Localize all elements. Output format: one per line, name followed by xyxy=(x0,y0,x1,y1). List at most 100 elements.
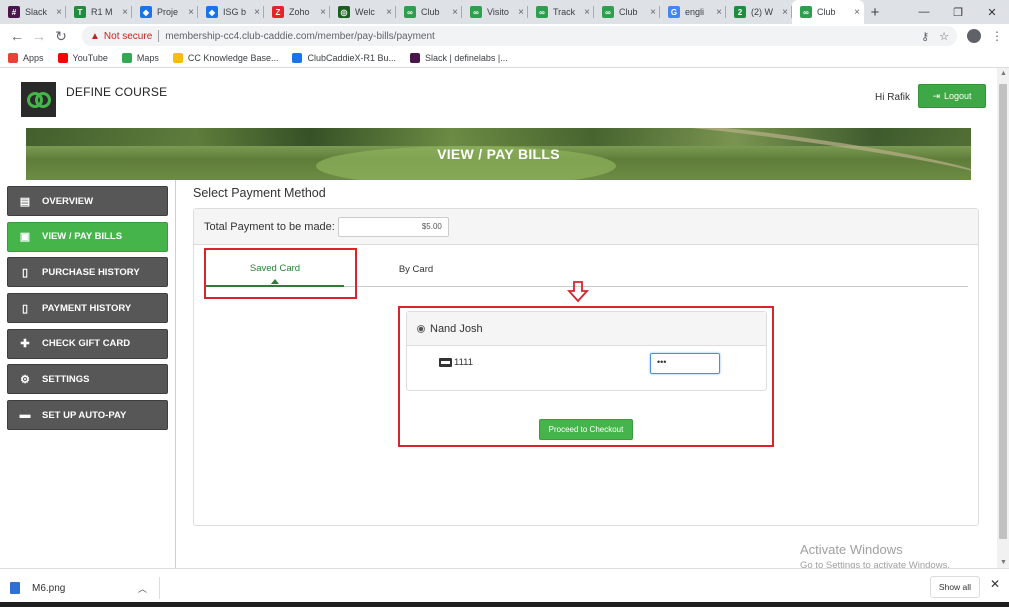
browser-tab[interactable]: T R1 M × xyxy=(66,0,132,24)
sidebar-item-label: VIEW / PAY BILLS xyxy=(42,231,123,243)
tab-favicon-icon: # xyxy=(8,6,20,18)
tab-close-icon[interactable]: × xyxy=(188,7,194,18)
bookmark-label: CC Knowledge Base... xyxy=(187,52,279,63)
tab-title: Club xyxy=(421,7,440,17)
tab-close-icon[interactable]: × xyxy=(854,7,860,18)
url-text[interactable]: membership-cc4.club-caddie.com/member/pa… xyxy=(165,31,911,42)
bookmark-icon xyxy=(57,52,68,63)
club-logo[interactable] xyxy=(21,82,56,117)
sidebar-item-purchase-history[interactable]: ▯ PURCHASE HISTORY xyxy=(7,257,168,288)
minimize-icon[interactable]: — xyxy=(907,0,941,24)
tab-close-icon[interactable]: × xyxy=(452,7,458,18)
tab-title: Club xyxy=(619,7,638,17)
tab-close-icon[interactable]: × xyxy=(584,7,590,18)
image-file-icon xyxy=(10,582,20,594)
reload-button[interactable]: ↻ xyxy=(50,28,72,45)
tab-close-icon[interactable]: × xyxy=(650,7,656,18)
page-banner: VIEW / PAY BILLS xyxy=(26,128,971,180)
close-window-icon[interactable]: ✕ xyxy=(975,0,1009,24)
sidebar-item-settings[interactable]: ⚙ SETTINGS xyxy=(7,364,168,395)
browser-tab[interactable]: Gengli × xyxy=(660,0,726,24)
sidebar-item-label: CHECK GIFT CARD xyxy=(42,338,131,350)
sidebar-item-overview[interactable]: ▤ OVERVIEW xyxy=(7,186,168,216)
tab-title: Club xyxy=(817,7,836,17)
tab-favicon-icon: ∞ xyxy=(536,6,548,18)
tab-close-icon[interactable]: × xyxy=(716,7,722,18)
omnibox[interactable]: ▲ Not secure membership-cc4.club-caddie.… xyxy=(82,26,957,46)
bookmark-label: Apps xyxy=(23,52,44,63)
browser-tab[interactable]: Z Zoho × xyxy=(264,0,330,24)
tab-title: (2) W xyxy=(751,7,773,17)
tab-close-icon[interactable]: × xyxy=(518,7,524,18)
bookmark-item[interactable]: Slack | definelabs |... xyxy=(410,52,508,63)
new-tab-button[interactable]: + xyxy=(864,0,886,24)
browser-tab[interactable]: # Slack × xyxy=(0,0,66,24)
bookmark-item[interactable]: Maps xyxy=(121,52,159,63)
scroll-down-icon[interactable]: ▼ xyxy=(1000,559,1007,566)
logout-icon: ⇥ xyxy=(932,90,940,101)
bookmarks-bar: Apps YouTube Maps CC Knowledge Base... ClubC… xyxy=(0,48,1009,68)
forward-button[interactable]: → xyxy=(28,28,50,44)
sidebar-item-view-pay-bills[interactable]: ▣ VIEW / PAY BILLS xyxy=(7,221,168,252)
sidebar-item-set-up-auto-pay[interactable]: ▬ SET UP AUTO-PAY xyxy=(7,400,168,431)
tab-title: Track xyxy=(553,7,576,17)
sidebar-item-check-gift-card[interactable]: ✚ CHECK GIFT CARD xyxy=(7,328,168,359)
browser-tab[interactable]: ∞ Visito × xyxy=(462,0,528,24)
browser-tab[interactable]: ∞ Track × xyxy=(528,0,594,24)
browser-tab[interactable]: ∞ Club × xyxy=(594,0,660,24)
sidebar-item-label: PURCHASE HISTORY xyxy=(42,266,140,278)
close-download-bar-icon[interactable]: ✕ xyxy=(990,577,1000,591)
back-button[interactable]: ← xyxy=(6,28,28,44)
tab-close-icon[interactable]: × xyxy=(254,7,260,18)
bookmark-label: Maps xyxy=(136,52,159,63)
annotation-box-card-panel xyxy=(398,306,774,447)
scroll-thumb[interactable] xyxy=(999,84,1007,539)
browser-tab[interactable]: ◎ Welc × xyxy=(330,0,396,24)
scroll-up-icon[interactable]: ▲ xyxy=(1000,70,1007,77)
chevron-up-icon[interactable]: ︿ xyxy=(138,582,147,595)
omnibox-divider xyxy=(158,30,160,42)
restore-icon[interactable]: ❐ xyxy=(941,0,975,24)
bookmark-item[interactable]: Apps xyxy=(8,52,44,63)
bookmark-label: ClubCaddieX-R1 Bu... xyxy=(307,52,397,63)
page-content: DEFINE COURSE Hi Rafik ⇥ Logout VIEW / P… xyxy=(0,68,997,568)
tab-by-card[interactable]: By Card xyxy=(346,251,486,287)
key-icon[interactable]: ⚷ xyxy=(921,30,929,43)
browser-tab[interactable]: ◆ ISG b × xyxy=(198,0,264,24)
tab-title: engli xyxy=(685,7,705,17)
browser-tab[interactable]: ∞ Club × xyxy=(792,0,864,24)
sidebar-item-label: SET UP AUTO-PAY xyxy=(42,409,127,421)
tab-close-icon[interactable]: × xyxy=(56,7,62,18)
credit-card-icon: ▬ xyxy=(19,409,31,422)
tab-close-icon[interactable]: × xyxy=(320,7,326,18)
tab-favicon-icon: Z xyxy=(272,6,284,18)
logo-rings-icon xyxy=(26,91,51,108)
payment-total-row: Total Payment to be made: $5.00 xyxy=(194,209,978,245)
more-menu-icon[interactable]: ⋮ xyxy=(991,29,1003,43)
browser-tab[interactable]: 2 (2) W × xyxy=(726,0,792,24)
browser-tab[interactable]: ∞ Club × xyxy=(396,0,462,24)
tab-close-icon[interactable]: × xyxy=(122,7,128,18)
tab-close-icon[interactable]: × xyxy=(782,7,788,18)
bookmark-item[interactable]: YouTube xyxy=(57,52,108,63)
sidebar-item-payment-history[interactable]: ▯ PAYMENT HISTORY xyxy=(7,293,168,324)
bookmark-icon xyxy=(172,52,183,63)
course-name: DEFINE COURSE xyxy=(66,85,168,99)
tab-title: Slack xyxy=(25,7,48,17)
tab-title: Welc xyxy=(355,7,375,17)
browser-tab[interactable]: ◆ Proje × xyxy=(132,0,198,24)
profile-icon[interactable] xyxy=(967,29,981,43)
logout-button[interactable]: ⇥ Logout xyxy=(918,84,986,108)
bookmark-item[interactable]: CC Knowledge Base... xyxy=(172,52,279,63)
page-scrollbar[interactable]: ▲ ▼ xyxy=(997,68,1009,568)
tab-list: # Slack × T R1 M × ◆ Proje × ◆ ISG b × Z Zoho × ◎ Welc × ∞… xyxy=(0,0,864,24)
star-icon[interactable]: ☆ xyxy=(939,30,949,43)
sidebar-item-label: SETTINGS xyxy=(42,373,90,385)
bookmark-item[interactable]: ClubCaddieX-R1 Bu... xyxy=(292,52,397,63)
gear-icon: ⚙ xyxy=(20,373,30,386)
show-all-button[interactable]: Show all xyxy=(930,576,980,598)
bookmark-label: Slack | definelabs |... xyxy=(425,52,508,63)
tab-close-icon[interactable]: × xyxy=(386,7,392,18)
download-item[interactable]: M6.png ︿ xyxy=(10,577,160,599)
tab-by-card-label: By Card xyxy=(398,263,434,275)
